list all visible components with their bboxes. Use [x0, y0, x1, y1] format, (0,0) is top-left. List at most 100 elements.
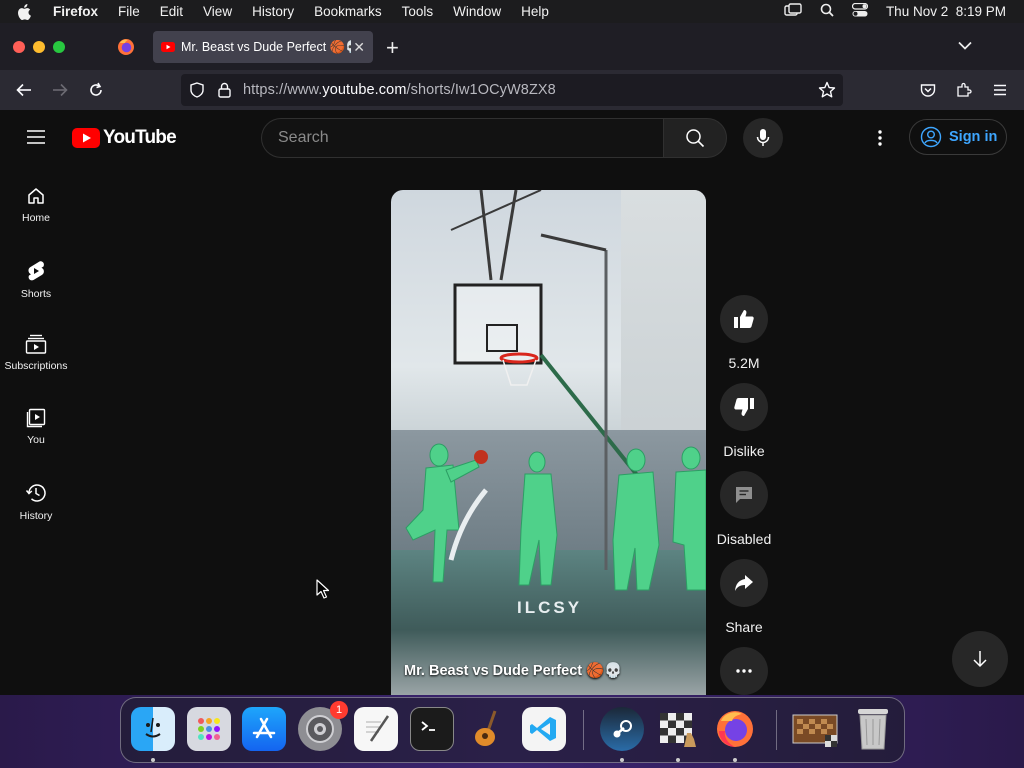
system-settings-icon[interactable]: 1	[298, 701, 348, 751]
sidebar-item-label: History	[19, 510, 53, 522]
menu-bookmarks[interactable]: Bookmarks	[314, 4, 382, 19]
firefox-view-tab[interactable]	[113, 35, 139, 59]
sidebar-item-label: Home	[21, 212, 50, 224]
search-input[interactable]	[278, 129, 638, 147]
back-arrow-icon	[16, 83, 31, 97]
comments-button[interactable]: Disabled	[716, 471, 772, 547]
video-watermark: ILCSY	[517, 598, 583, 617]
steam-running-dot	[620, 758, 624, 762]
garageband-icon[interactable]	[466, 707, 510, 751]
active-tab[interactable]: Mr. Beast vs Dude Perfect 🏀💀 ✕	[153, 31, 373, 63]
firefox-running-dot	[733, 758, 737, 762]
tab-close-icon[interactable]: ✕	[353, 39, 365, 56]
comments-circle[interactable]	[720, 471, 768, 519]
lock-icon[interactable]	[218, 82, 231, 102]
you-library-icon	[26, 408, 46, 428]
sidebar-item-history[interactable]: History	[0, 482, 72, 550]
sidebar-item-you[interactable]: You	[0, 408, 72, 476]
share-button[interactable]: Share	[716, 559, 772, 635]
new-tab-button[interactable]: +	[386, 35, 399, 61]
terminal-icon[interactable]	[410, 707, 454, 751]
list-all-tabs-chevron-icon[interactable]	[958, 37, 972, 55]
steam-icon[interactable]	[600, 707, 644, 751]
vscode-icon[interactable]	[522, 707, 566, 751]
menu-tools[interactable]: Tools	[402, 4, 434, 19]
video-caption[interactable]: Mr. Beast vs Dude Perfect 🏀💀	[404, 662, 622, 679]
extensions-button[interactable]	[953, 79, 975, 101]
app-menu-button[interactable]	[989, 79, 1011, 101]
address-bar[interactable]: https://www.youtube.com/shorts/Iw1OCyW8Z…	[181, 74, 843, 106]
pocket-button[interactable]	[917, 79, 939, 101]
reload-icon	[90, 82, 102, 96]
menu-edit[interactable]: Edit	[160, 4, 183, 19]
dislike-circle[interactable]	[720, 383, 768, 431]
window-close-button[interactable]	[13, 41, 25, 53]
menu-window[interactable]: Window	[453, 4, 501, 19]
sidebar-item-home[interactable]: Home	[0, 186, 72, 254]
browser-tab-bar: Mr. Beast vs Dude Perfect 🏀💀 ✕ +	[0, 23, 1024, 70]
back-button[interactable]	[13, 79, 35, 101]
microphone-icon	[756, 129, 770, 146]
like-circle[interactable]	[720, 295, 768, 343]
finder-icon[interactable]	[131, 707, 175, 751]
hamburger-menu-icon	[994, 84, 1006, 96]
menu-help[interactable]: Help	[521, 4, 549, 19]
window-zoom-button[interactable]	[53, 41, 65, 53]
bookmark-star-icon[interactable]	[818, 81, 836, 103]
youtube-logo[interactable]: YouTube	[72, 127, 177, 149]
next-video-button[interactable]	[952, 631, 1008, 687]
voice-search-button[interactable]	[743, 118, 783, 158]
spotlight-search-icon[interactable]	[820, 3, 834, 20]
firefox-dock-icon[interactable]	[713, 707, 757, 751]
settings-more-button[interactable]	[870, 128, 890, 148]
sign-in-label: Sign in	[949, 129, 998, 145]
dislike-label: Dislike	[723, 443, 765, 459]
sidebar-item-shorts[interactable]: Shorts	[0, 260, 72, 328]
menu-view[interactable]: View	[203, 4, 232, 19]
finder-running-dot	[151, 758, 155, 762]
menu-app-name[interactable]: Firefox	[53, 4, 98, 19]
video-frame-scene	[405, 190, 706, 591]
comments-disabled-label: Disabled	[716, 531, 772, 547]
more-actions-circle[interactable]	[720, 647, 768, 695]
search-box	[261, 118, 663, 158]
menu-clock[interactable]: Thu Nov 2 8:19 PM	[886, 4, 1006, 19]
subscriptions-icon	[25, 334, 47, 354]
thumbs-up-icon	[734, 310, 754, 328]
tracking-protection-shield-icon[interactable]	[190, 82, 204, 102]
textedit-icon[interactable]	[354, 707, 398, 751]
share-circle[interactable]	[720, 559, 768, 607]
screen-mirroring-icon[interactable]	[784, 3, 802, 20]
reload-button[interactable]	[85, 79, 107, 101]
forward-button[interactable]	[49, 79, 71, 101]
sidebar-item-subscriptions[interactable]: Subscriptions	[0, 334, 72, 402]
horizontal-ellipsis-icon	[736, 669, 752, 673]
apple-logo-icon[interactable]	[17, 3, 39, 20]
sign-in-button[interactable]: Sign in	[909, 119, 1007, 155]
macos-dock: 1	[120, 697, 905, 763]
tab-title: Mr. Beast vs Dude Perfect 🏀💀	[181, 39, 351, 54]
launchpad-icon[interactable]	[187, 707, 231, 751]
macos-menu-bar: Firefox File Edit View History Bookmarks…	[0, 0, 1024, 23]
more-actions-button[interactable]	[716, 647, 772, 695]
menu-history[interactable]: History	[252, 4, 294, 19]
sidebar-item-label: You	[27, 434, 45, 446]
puzzle-piece-icon	[957, 82, 972, 97]
share-arrow-icon	[735, 575, 753, 591]
thumbs-down-icon	[734, 398, 754, 416]
shorts-video-player[interactable]: ILCSY Mr. Beast vs Dude Perfect 🏀💀	[391, 190, 706, 695]
chess-icon[interactable]	[656, 707, 700, 751]
window-minimize-button[interactable]	[33, 41, 45, 53]
vertical-ellipsis-icon	[878, 130, 882, 146]
url-text[interactable]: https://www.youtube.com/shorts/Iw1OCyW8Z…	[243, 82, 556, 98]
menu-file[interactable]: File	[118, 4, 140, 19]
history-icon	[25, 484, 46, 502]
app-store-icon[interactable]	[242, 707, 286, 751]
trash-icon[interactable]	[851, 707, 895, 751]
guide-menu-button[interactable]	[26, 129, 46, 150]
dislike-button[interactable]: Dislike	[716, 383, 772, 459]
control-center-icon[interactable]	[851, 2, 869, 20]
search-button[interactable]	[663, 118, 727, 158]
minimized-chess-window[interactable]	[791, 707, 839, 751]
like-button[interactable]: 5.2M	[716, 295, 772, 371]
